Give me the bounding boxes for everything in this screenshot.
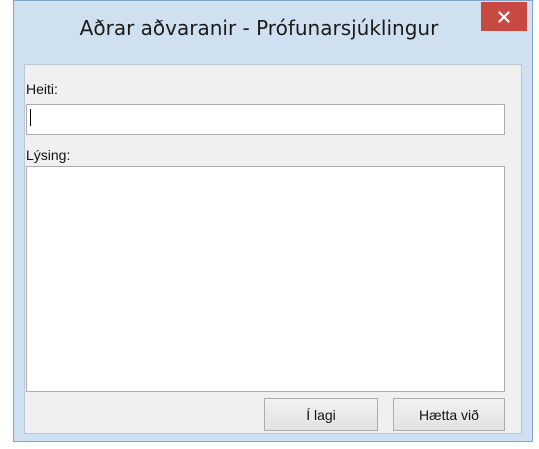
window-title: Aðrar aðvaranir - Prófunarsjúklingur — [79, 16, 439, 40]
text-caret — [30, 109, 31, 126]
ok-button-label: Í lagi — [306, 406, 336, 423]
close-icon — [498, 10, 510, 23]
ok-button[interactable]: Í lagi — [264, 398, 378, 431]
cancel-button[interactable]: Hætta við — [393, 398, 505, 431]
description-textarea[interactable] — [26, 166, 505, 392]
close-button[interactable] — [481, 2, 527, 31]
cancel-button-label: Hætta við — [419, 406, 479, 423]
name-input[interactable] — [26, 104, 505, 135]
dialog-body: Heiti: Lýsing: Í lagi Hætta við — [24, 64, 522, 434]
dialog-window: Aðrar aðvaranir - Prófunarsjúklingur Hei… — [13, 0, 533, 442]
title-bar[interactable]: Aðrar aðvaranir - Prófunarsjúklingur — [14, 1, 532, 61]
description-label: Lýsing: — [26, 147, 71, 163]
name-label: Heiti: — [26, 81, 58, 97]
